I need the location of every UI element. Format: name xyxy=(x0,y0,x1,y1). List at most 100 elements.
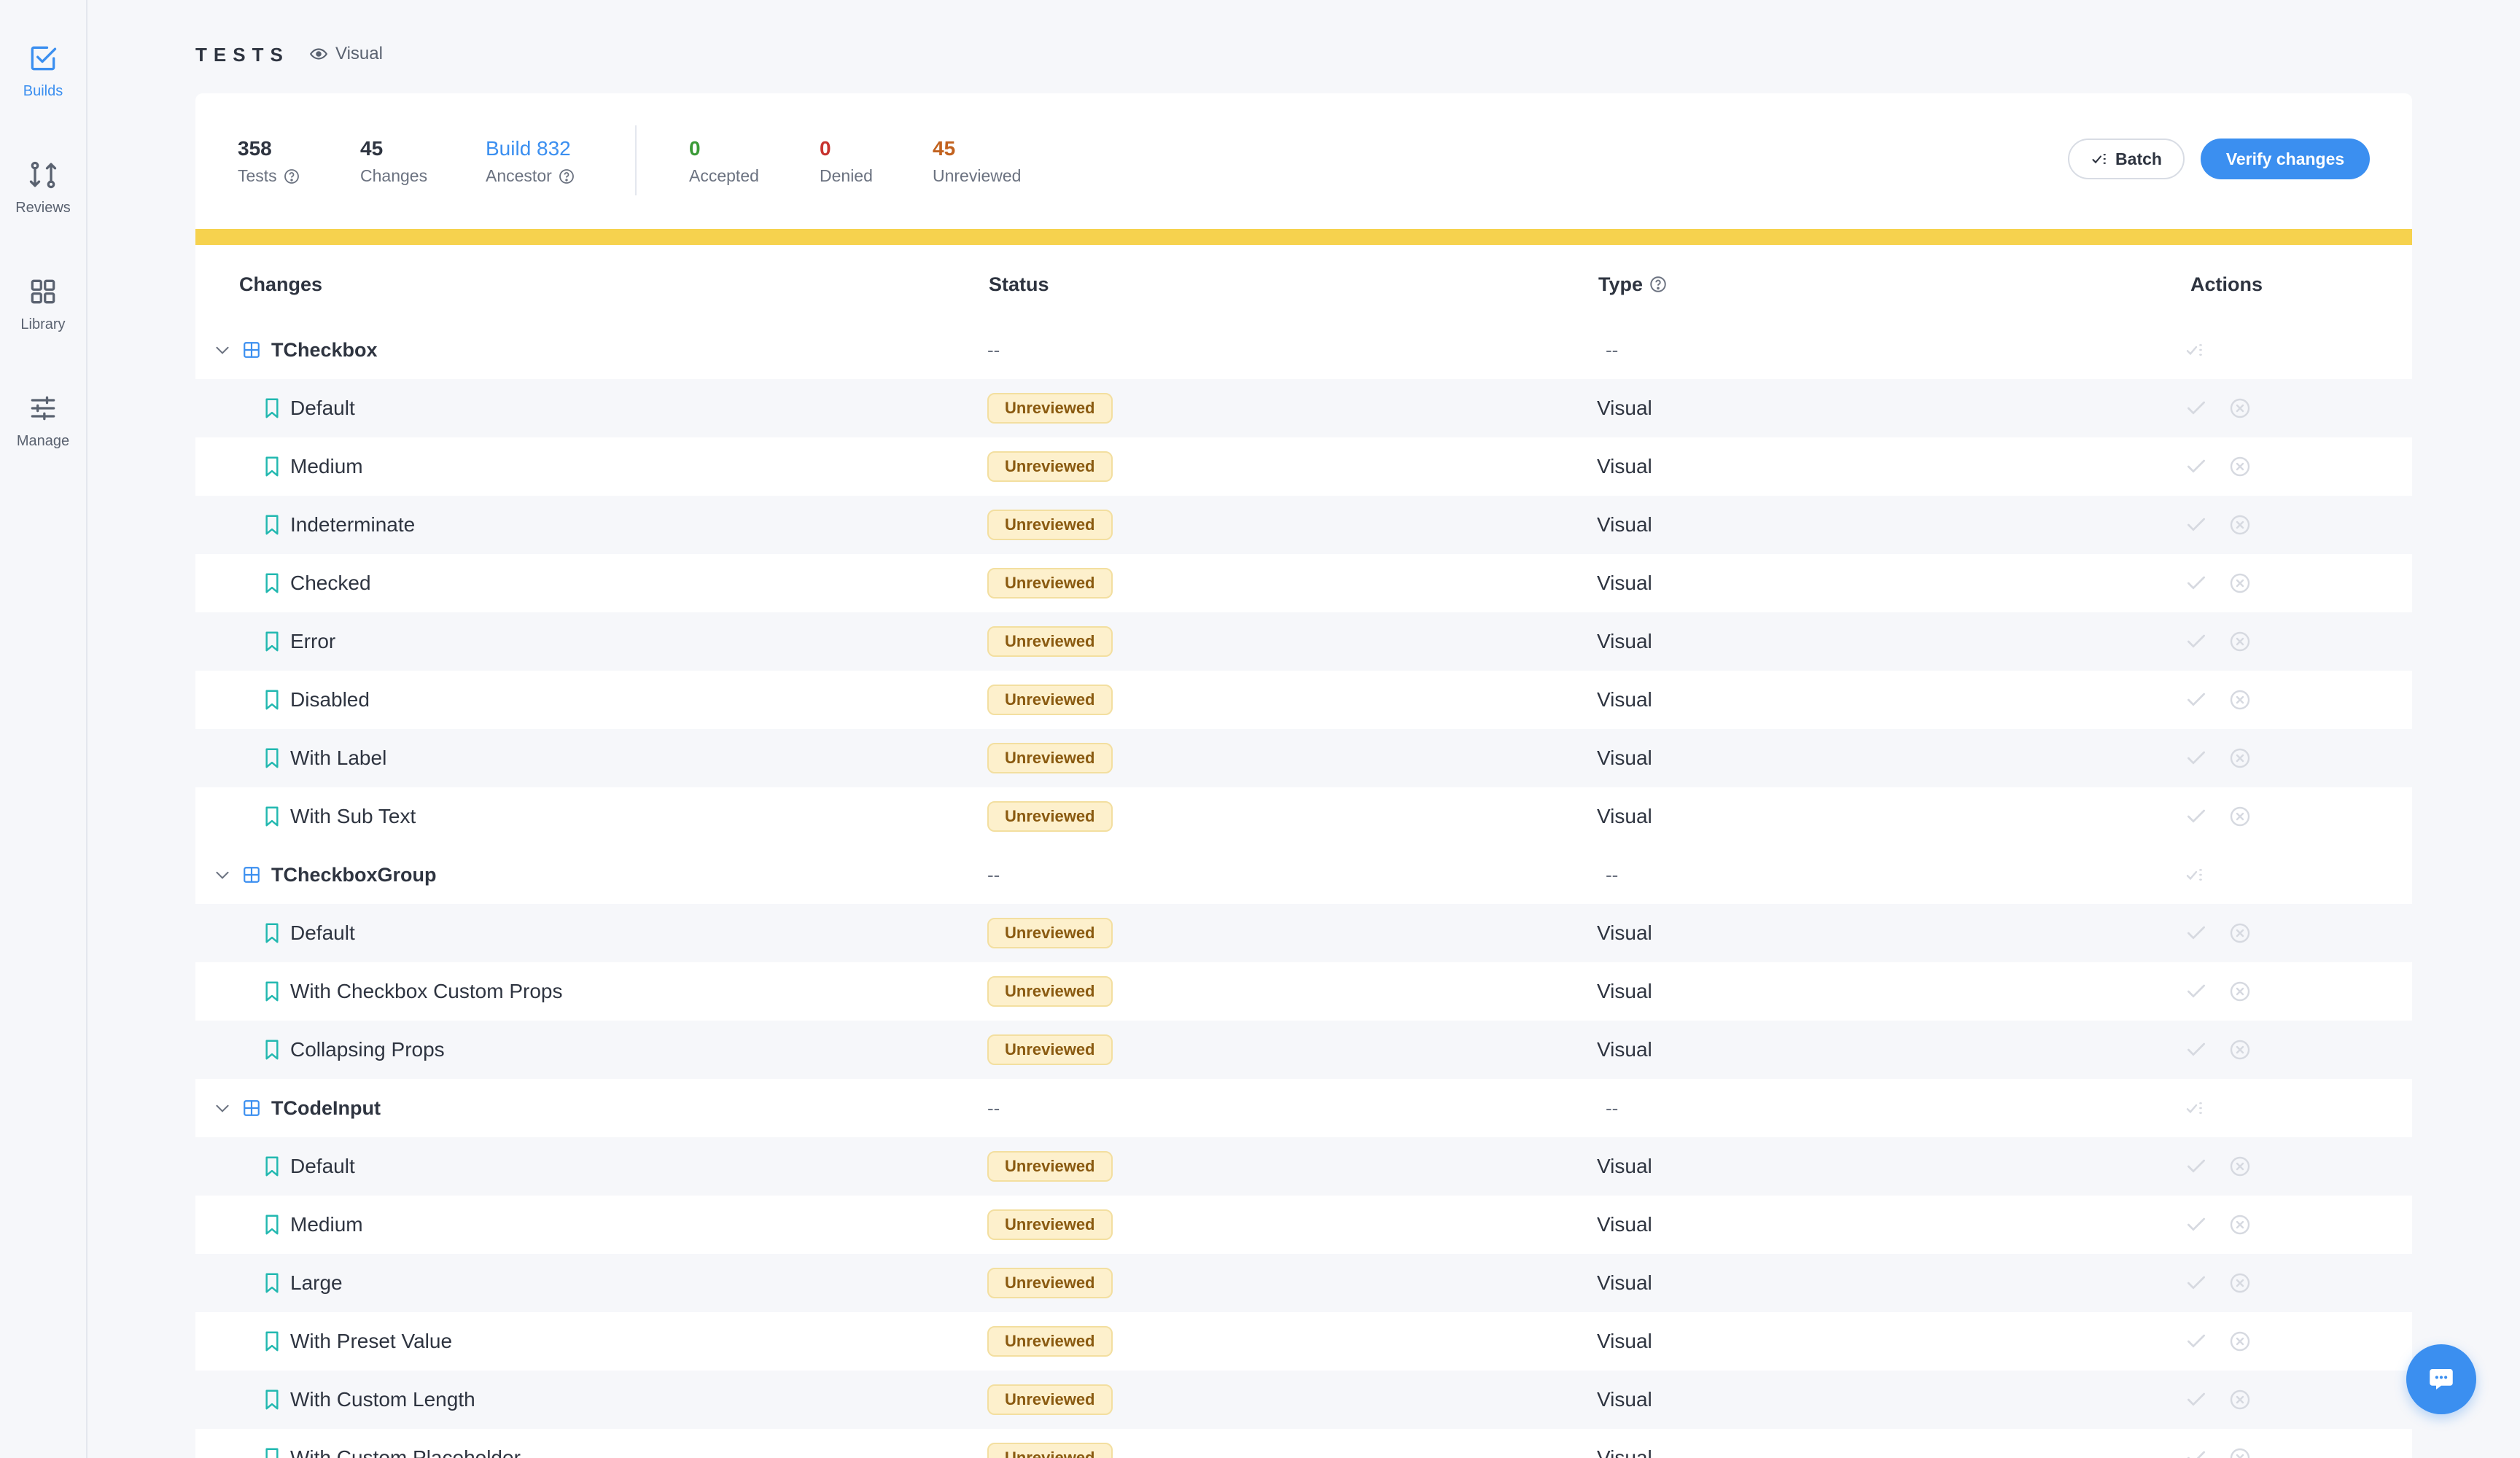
test-name-cell[interactable]: Disabled xyxy=(264,671,370,729)
deny-x-circle-icon[interactable] xyxy=(2228,1155,2252,1178)
accept-check-icon[interactable] xyxy=(2185,630,2208,653)
help-icon[interactable] xyxy=(1649,275,1668,294)
type-cell: -- xyxy=(1606,1096,1619,1119)
batch-check-icon[interactable] xyxy=(2185,863,2208,886)
deny-x-circle-icon[interactable] xyxy=(2228,1330,2252,1353)
accept-check-icon[interactable] xyxy=(2185,1388,2208,1411)
table-row[interactable]: Default Unreviewed Visual xyxy=(195,379,2412,437)
accept-check-icon[interactable] xyxy=(2185,397,2208,420)
test-name-cell[interactable]: Large xyxy=(264,1254,343,1312)
component-icon xyxy=(244,867,260,883)
accept-check-icon[interactable] xyxy=(2185,1213,2208,1236)
test-name-cell[interactable]: With Sub Text xyxy=(264,787,416,846)
deny-x-circle-icon[interactable] xyxy=(2228,1388,2252,1411)
table-row[interactable]: Medium Unreviewed Visual xyxy=(195,437,2412,496)
deny-x-circle-icon[interactable] xyxy=(2228,572,2252,595)
type-cell: -- xyxy=(1606,863,1619,886)
deny-x-circle-icon[interactable] xyxy=(2228,513,2252,537)
ancestor-build-link[interactable]: Build 832 xyxy=(486,137,575,160)
accept-check-icon[interactable] xyxy=(2185,455,2208,478)
accept-check-icon[interactable] xyxy=(2185,688,2208,712)
deny-x-circle-icon[interactable] xyxy=(2228,630,2252,653)
chevron-down-icon[interactable] xyxy=(213,340,232,359)
batch-button[interactable]: Batch xyxy=(2068,139,2185,179)
group-row[interactable]: TCheckboxGroup -- -- xyxy=(195,846,2412,904)
deny-x-circle-icon[interactable] xyxy=(2228,746,2252,770)
bookmark-icon xyxy=(265,1389,279,1410)
help-icon[interactable] xyxy=(283,168,300,185)
deny-x-circle-icon[interactable] xyxy=(2228,1038,2252,1061)
group-name-cell[interactable]: TCheckbox xyxy=(213,321,378,379)
test-name-cell[interactable]: Checked xyxy=(264,554,371,612)
accept-check-icon[interactable] xyxy=(2185,572,2208,595)
batch-check-icon[interactable] xyxy=(2185,1096,2208,1120)
test-name-cell[interactable]: With Custom Length xyxy=(264,1371,475,1429)
accept-check-icon[interactable] xyxy=(2185,1271,2208,1295)
sidebar-item-reviews[interactable]: Reviews xyxy=(0,159,86,254)
test-name-cell[interactable]: Default xyxy=(264,379,355,437)
test-name-cell[interactable]: With Label xyxy=(264,729,386,787)
batch-check-icon[interactable] xyxy=(2185,338,2208,362)
test-name-cell[interactable]: With Preset Value xyxy=(264,1312,452,1371)
test-name-cell[interactable]: Medium xyxy=(264,1196,363,1254)
table-row[interactable]: With Label Unreviewed Visual xyxy=(195,729,2412,787)
test-name-cell[interactable]: With Custom Placeholder xyxy=(264,1429,521,1458)
chevron-down-icon[interactable] xyxy=(213,865,232,884)
table-row[interactable]: Indeterminate Unreviewed Visual xyxy=(195,496,2412,554)
chat-support-button[interactable] xyxy=(2406,1344,2476,1414)
accept-check-icon[interactable] xyxy=(2185,513,2208,537)
test-name-cell[interactable]: Indeterminate xyxy=(264,496,415,554)
status-cell: Unreviewed xyxy=(987,379,1113,437)
deny-x-circle-icon[interactable] xyxy=(2228,805,2252,828)
test-name-cell[interactable]: Default xyxy=(264,1137,355,1196)
test-name-cell[interactable]: Error xyxy=(264,612,335,671)
table-row[interactable]: Collapsing Props Unreviewed Visual xyxy=(195,1021,2412,1079)
sidebar-item-library[interactable]: Library xyxy=(0,276,86,370)
deny-x-circle-icon[interactable] xyxy=(2228,1271,2252,1295)
accept-check-icon[interactable] xyxy=(2185,1330,2208,1353)
table-row[interactable]: Large Unreviewed Visual xyxy=(195,1254,2412,1312)
accept-check-icon[interactable] xyxy=(2185,805,2208,828)
deny-x-circle-icon[interactable] xyxy=(2228,455,2252,478)
group-name-cell[interactable]: TCheckboxGroup xyxy=(213,846,437,904)
accept-check-icon[interactable] xyxy=(2185,1446,2208,1458)
actions-cell xyxy=(2185,671,2252,729)
deny-x-circle-icon[interactable] xyxy=(2228,397,2252,420)
component-icon xyxy=(244,1100,260,1116)
deny-x-circle-icon[interactable] xyxy=(2228,921,2252,945)
deny-x-circle-icon[interactable] xyxy=(2228,1213,2252,1236)
table-row[interactable]: Default Unreviewed Visual xyxy=(195,1137,2412,1196)
table-row[interactable]: Error Unreviewed Visual xyxy=(195,612,2412,671)
accept-check-icon[interactable] xyxy=(2185,1038,2208,1061)
test-name-cell[interactable]: Medium xyxy=(264,437,363,496)
table-row[interactable]: With Custom Length Unreviewed Visual xyxy=(195,1371,2412,1429)
group-name-cell[interactable]: TCodeInput xyxy=(213,1079,381,1137)
deny-x-circle-icon[interactable] xyxy=(2228,1446,2252,1458)
deny-x-circle-icon[interactable] xyxy=(2228,980,2252,1003)
table-row[interactable]: With Preset Value Unreviewed Visual xyxy=(195,1312,2412,1371)
group-row[interactable]: TCheckbox -- -- xyxy=(195,321,2412,379)
table-row[interactable]: With Sub Text Unreviewed Visual xyxy=(195,787,2412,846)
sidebar-item-manage[interactable]: Manage xyxy=(0,392,86,487)
table-row[interactable]: Checked Unreviewed Visual xyxy=(195,554,2412,612)
table-row[interactable]: Disabled Unreviewed Visual xyxy=(195,671,2412,729)
accept-check-icon[interactable] xyxy=(2185,980,2208,1003)
verify-changes-button[interactable]: Verify changes xyxy=(2201,139,2370,179)
table-row[interactable]: Medium Unreviewed Visual xyxy=(195,1196,2412,1254)
test-name-cell[interactable]: Collapsing Props xyxy=(264,1021,445,1079)
chevron-down-icon[interactable] xyxy=(213,1099,232,1118)
status-badge: Unreviewed xyxy=(987,685,1113,715)
accept-check-icon[interactable] xyxy=(2185,746,2208,770)
help-icon[interactable] xyxy=(558,168,575,185)
group-row[interactable]: TCodeInput -- -- xyxy=(195,1079,2412,1137)
accept-check-icon[interactable] xyxy=(2185,921,2208,945)
test-name-cell[interactable]: Default xyxy=(264,904,355,962)
accept-check-icon[interactable] xyxy=(2185,1155,2208,1178)
sidebar-item-builds[interactable]: Builds xyxy=(0,42,86,137)
status-cell: Unreviewed xyxy=(987,671,1113,729)
test-name-cell[interactable]: With Checkbox Custom Props xyxy=(264,962,562,1021)
table-row[interactable]: With Checkbox Custom Props Unreviewed Visu… xyxy=(195,962,2412,1021)
table-row[interactable]: With Custom Placeholder Unreviewed Visual xyxy=(195,1429,2412,1458)
table-row[interactable]: Default Unreviewed Visual xyxy=(195,904,2412,962)
deny-x-circle-icon[interactable] xyxy=(2228,688,2252,712)
